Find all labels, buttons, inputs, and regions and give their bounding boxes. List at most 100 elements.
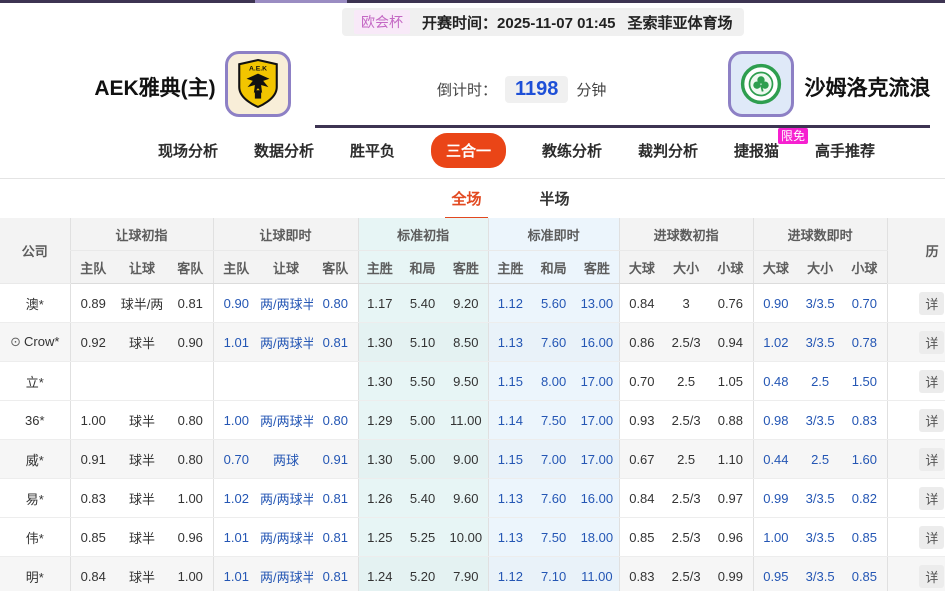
odds-cell: 5.20: [401, 557, 444, 591]
odds-cell: 1.12: [488, 284, 532, 323]
col-sub-2-1: 和局: [401, 251, 444, 284]
odds-cell: 16.00: [575, 323, 619, 362]
odds-cell: 1.30: [358, 362, 401, 401]
odds-cell: 0.78: [842, 323, 887, 362]
odds-cell: 1.30: [358, 323, 401, 362]
odds-cell: 1.26: [358, 479, 401, 518]
history-cell: 详统: [887, 284, 945, 323]
odds-cell: 1.60: [842, 440, 887, 479]
col-sub-0-0: 主队: [70, 251, 116, 284]
company-name: 易*: [26, 492, 44, 507]
odds-cell: [259, 362, 313, 401]
odds-cell: 0.92: [70, 323, 116, 362]
nav-item-win-draw-lose[interactable]: 胜平负: [350, 140, 395, 161]
odds-cell: 13.00: [575, 284, 619, 323]
kickoff-text: 开赛时间：2025-11-07 01:45: [422, 12, 615, 33]
detail-button[interactable]: 详: [919, 292, 944, 315]
odds-cell: 0.70: [842, 284, 887, 323]
tab-full-time[interactable]: 全场: [445, 188, 487, 220]
odds-cell: 球半: [116, 401, 168, 440]
odds-cell: 0.70: [213, 440, 259, 479]
col-group-2: 标准初指: [358, 218, 488, 251]
nav-item-three-in-one[interactable]: 三合一: [431, 133, 506, 168]
odds-cell: [213, 362, 259, 401]
odds-cell: 0.85: [842, 518, 887, 557]
odds-cell: 1.13: [488, 323, 532, 362]
shamrock-crest-icon: [738, 61, 784, 107]
odds-cell: 5.10: [401, 323, 444, 362]
odds-cell: 0.82: [842, 479, 887, 518]
odds-cell: 1.17: [358, 284, 401, 323]
detail-button[interactable]: 详: [919, 331, 944, 354]
odds-cell: 两/两球半: [259, 518, 313, 557]
odds-cell: 1.02: [213, 479, 259, 518]
odds-cell: 1.10: [708, 440, 753, 479]
col-sub-2-2: 客胜: [444, 251, 488, 284]
venue-text: 圣索菲亚体育场: [627, 12, 732, 33]
company-cell: 威*: [0, 440, 70, 479]
odds-cell: 5.00: [401, 440, 444, 479]
odds-cell: [313, 362, 358, 401]
detail-button[interactable]: 详: [919, 370, 944, 393]
col-sub-3-1: 和局: [532, 251, 575, 284]
odds-cell: 0.83: [619, 557, 664, 591]
nav-item-live-analysis[interactable]: 现场分析: [158, 140, 218, 161]
detail-button[interactable]: 详: [919, 409, 944, 432]
nav-item-jiebao-cat[interactable]: 捷报猫限免: [734, 140, 779, 161]
detail-button[interactable]: 详: [919, 565, 944, 588]
odds-cell: 1.24: [358, 557, 401, 591]
period-tabs: 全场 半场: [0, 188, 945, 220]
odds-cell: 11.00: [444, 401, 488, 440]
odds-cell: 两球: [259, 440, 313, 479]
odds-cell: 0.85: [70, 518, 116, 557]
company-name: 立*: [26, 375, 44, 390]
top-progress-bar: [0, 0, 945, 3]
kickoff-label: 开赛时间：: [422, 15, 497, 32]
odds-cell: 11.00: [575, 557, 619, 591]
nav-item-expert-tips[interactable]: 高手推荐: [815, 140, 875, 161]
col-group-0: 让球初指: [70, 218, 213, 251]
countdown-unit: 分钟: [576, 79, 606, 100]
col-sub-1-0: 主队: [213, 251, 259, 284]
history-cell: 详统: [887, 323, 945, 362]
odds-cell: 2.5: [664, 440, 708, 479]
company-cell: 明*: [0, 557, 70, 591]
nav-item-data-analysis[interactable]: 数据分析: [254, 140, 314, 161]
detail-button[interactable]: 详: [919, 526, 944, 549]
col-group-1: 让球即时: [213, 218, 358, 251]
odds-cell: 0.67: [619, 440, 664, 479]
odds-cell: 1.29: [358, 401, 401, 440]
nav-item-coach-analysis[interactable]: 教练分析: [542, 140, 602, 161]
tab-half-time[interactable]: 半场: [534, 188, 576, 220]
countdown-value: 1198: [505, 76, 568, 103]
odds-cell: 0.90: [168, 323, 213, 362]
odds-cell: 两/两球半: [259, 557, 313, 591]
odds-cell: 0.44: [753, 440, 798, 479]
odds-cell: 2.5/3: [664, 557, 708, 591]
odds-cell: 17.00: [575, 362, 619, 401]
odds-cell: 0.85: [619, 518, 664, 557]
table-row: 澳*0.89球半/两0.810.90两/两球半0.801.175.409.201…: [0, 284, 945, 323]
odds-cell: 0.99: [708, 557, 753, 591]
odds-cell: 0.95: [753, 557, 798, 591]
odds-cell: 3/3.5: [798, 284, 842, 323]
table-row: ⊙Crow*0.92球半0.901.01两/两球半0.811.305.108.5…: [0, 323, 945, 362]
odds-cell: 0.97: [708, 479, 753, 518]
odds-cell: 0.84: [70, 557, 116, 591]
table-row: 立*1.305.509.501.158.0017.000.702.51.050.…: [0, 362, 945, 401]
col-sub-4-1: 大小: [664, 251, 708, 284]
odds-cell: 5.50: [401, 362, 444, 401]
odds-cell: 0.81: [313, 518, 358, 557]
odds-cell: 1.30: [358, 440, 401, 479]
col-sub-4-2: 小球: [708, 251, 753, 284]
odds-cell: 1.14: [488, 401, 532, 440]
odds-cell: 7.00: [532, 440, 575, 479]
odds-cell: [70, 362, 116, 401]
odds-cell: 0.70: [619, 362, 664, 401]
odds-cell: 7.90: [444, 557, 488, 591]
detail-button[interactable]: 详: [919, 487, 944, 510]
odds-cell: 1.25: [358, 518, 401, 557]
company-name: 澳*: [26, 297, 44, 312]
detail-button[interactable]: 详: [919, 448, 944, 471]
nav-item-referee-analysis[interactable]: 裁判分析: [638, 140, 698, 161]
